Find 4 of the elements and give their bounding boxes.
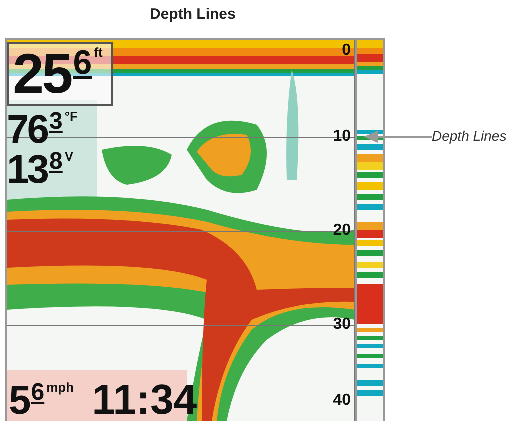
- depth-scale-label: 40: [333, 392, 351, 410]
- figure-title: Depth Lines: [150, 6, 236, 23]
- depth-scale-label: 0: [342, 42, 351, 60]
- callout-label: Depth Lines: [432, 128, 507, 144]
